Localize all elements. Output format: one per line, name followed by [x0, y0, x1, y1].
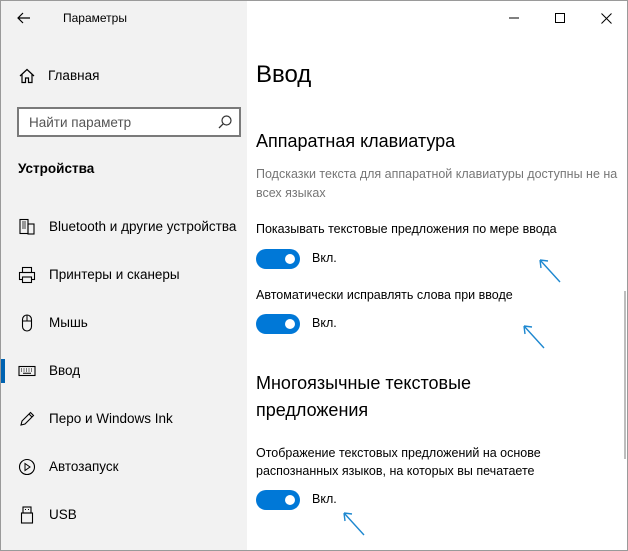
show-suggestions-label: Показывать текстовые предложения по мере…	[256, 222, 557, 236]
sidebar-item-pen[interactable]: Перо и Windows Ink	[1, 399, 247, 439]
back-button[interactable]	[10, 6, 38, 30]
sidebar-item-printers[interactable]: Принтеры и сканеры	[1, 255, 247, 295]
multilingual-heading-line1: Многоязычные текстовые	[256, 373, 472, 393]
back-arrow-icon	[17, 12, 30, 24]
multilingual-suggestions-toggle[interactable]	[256, 490, 300, 510]
toggle-state-label: Вкл.	[312, 251, 337, 265]
search-box[interactable]	[17, 107, 241, 137]
printer-icon	[18, 266, 36, 284]
show-suggestions-toggle[interactable]	[256, 249, 300, 269]
sidebar-item-label: Перо и Windows Ink	[49, 411, 173, 426]
sidebar-item-label: Мышь	[49, 315, 88, 330]
toggle-knob	[285, 254, 295, 264]
toggle-knob	[285, 495, 295, 505]
sidebar-item-home[interactable]: Главная	[1, 61, 247, 91]
sidebar-section-title: Устройства	[18, 161, 95, 176]
main-content: Ввод Аппаратная клавиатура Подсказки тек…	[247, 1, 627, 550]
multilingual-option-label-line1: Отображение текстовых предложений на осн…	[256, 446, 541, 460]
close-button[interactable]	[583, 1, 627, 35]
page-title: Ввод	[256, 61, 312, 88]
sidebar-item-label: Принтеры и сканеры	[49, 267, 180, 282]
mouse-icon	[21, 314, 33, 332]
selection-indicator	[1, 359, 5, 383]
sidebar-item-label: Bluetooth и другие устройства	[49, 219, 237, 234]
maximize-icon	[555, 13, 565, 23]
toggle-knob	[285, 319, 295, 329]
bluetooth-devices-icon	[19, 218, 35, 235]
close-icon	[600, 12, 612, 24]
sidebar-item-bluetooth[interactable]: Bluetooth и другие устройства	[1, 207, 247, 247]
maximize-button[interactable]	[537, 1, 583, 35]
multilingual-heading-line2: предложения	[256, 400, 369, 420]
sidebar-item-label: Главная	[48, 68, 100, 83]
sidebar-item-label: Автозапуск	[49, 459, 119, 474]
sidebar-item-label: USB	[49, 507, 77, 522]
settings-window: Параметры Главная Устройства Bluetooth и…	[0, 0, 628, 551]
hardware-keyboard-heading: Аппаратная клавиатура	[256, 131, 456, 151]
search-input[interactable]	[29, 113, 209, 131]
autocorrect-toggle[interactable]	[256, 314, 300, 334]
annotation-arrow-icon	[523, 325, 545, 349]
toggle-state-label: Вкл.	[312, 492, 337, 506]
hardware-keyboard-description: Подсказки текста для аппаратной клавиату…	[256, 167, 618, 200]
usb-icon	[20, 506, 34, 524]
app-title: Параметры	[63, 11, 127, 25]
annotation-arrow-icon	[343, 512, 365, 536]
sidebar-item-usb[interactable]: USB	[1, 495, 247, 535]
sidebar-item-label: Ввод	[49, 363, 81, 378]
scrollbar[interactable]	[624, 291, 626, 459]
sidebar: Параметры Главная Устройства Bluetooth и…	[1, 1, 247, 550]
home-icon	[19, 68, 35, 84]
search-icon[interactable]	[217, 114, 233, 130]
pen-icon	[20, 411, 35, 426]
autocorrect-label: Автоматически исправлять слова при вводе	[256, 288, 513, 302]
sidebar-item-autoplay[interactable]: Автозапуск	[1, 447, 247, 487]
autoplay-icon	[18, 458, 36, 476]
toggle-state-label: Вкл.	[312, 316, 337, 330]
minimize-icon	[509, 17, 519, 19]
minimize-button[interactable]	[491, 1, 537, 35]
sidebar-item-mouse[interactable]: Мышь	[1, 303, 247, 343]
keyboard-icon	[18, 365, 36, 377]
annotation-arrow-icon	[539, 259, 561, 283]
multilingual-option-label-line2: распознанных языков, на которых вы печат…	[256, 464, 535, 478]
sidebar-item-input[interactable]: Ввод	[1, 351, 247, 391]
